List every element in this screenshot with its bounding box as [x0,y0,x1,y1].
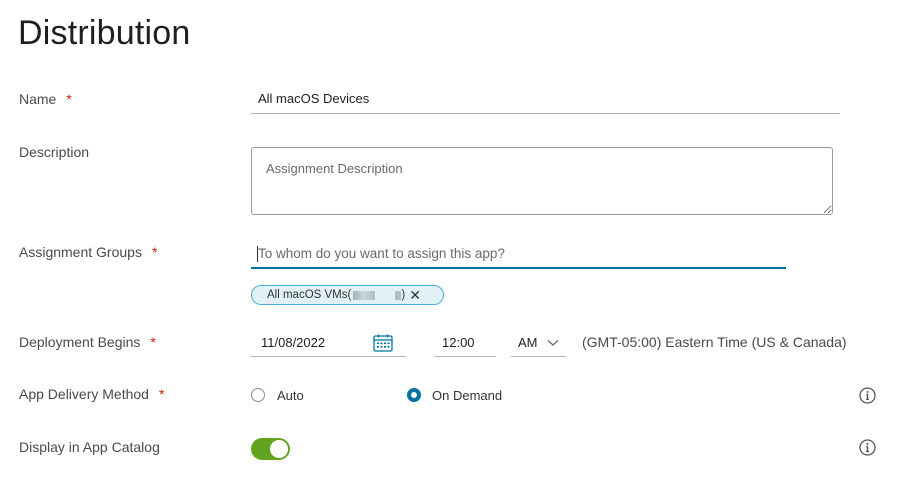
required-marker: * [66,91,72,107]
info-icon[interactable] [859,387,876,404]
radio-auto-label[interactable]: Auto [277,388,304,403]
assignment-group-chip[interactable]: All macOS VMs() ✕ [251,285,444,305]
redacted-text [353,290,376,300]
date-value: 11/08/2022 [261,334,326,350]
radio-on-demand-label[interactable]: On Demand [432,388,502,403]
name-label: Name * [19,91,72,107]
app-catalog-toggle[interactable] [251,438,290,460]
page-title: Distribution [18,14,191,52]
description-textarea[interactable] [251,147,833,215]
deployment-begins-label-text: Deployment Begins [19,334,141,350]
app-delivery-method-label: App Delivery Method * [19,386,164,402]
radio-on-demand[interactable] [407,388,421,402]
display-in-app-catalog-label: Display in App Catalog [19,439,160,455]
required-marker: * [158,386,165,402]
app-delivery-method-label-text: App Delivery Method [19,386,149,402]
assignment-groups-input[interactable] [251,240,786,269]
info-icon[interactable] [859,439,876,456]
text-caret [257,246,258,262]
close-icon[interactable]: ✕ [409,288,421,302]
redacted-text [395,290,402,300]
chip-label: All macOS VMs( [267,289,352,301]
required-marker: * [150,334,156,350]
time-value: 12:00 [442,334,475,350]
required-marker: * [151,244,158,260]
name-label-text: Name [19,91,57,107]
toggle-knob [270,440,288,458]
meridiem-value: AM [518,334,538,350]
description-label: Description [19,144,90,160]
assignment-groups-label-text: Assignment Groups [19,244,142,260]
radio-auto[interactable] [251,388,265,402]
chip-label-suffix: ) [401,289,406,301]
deployment-begins-label: Deployment Begins * [19,334,156,350]
assignment-groups-label: Assignment Groups * [19,244,157,260]
name-input[interactable] [251,84,840,114]
time-input[interactable]: 12:00 [435,328,496,357]
calendar-icon[interactable] [373,334,393,352]
chevron-down-icon[interactable] [547,339,559,347]
timezone-text: (GMT-05:00) Eastern Time (US & Canada) [582,334,847,350]
